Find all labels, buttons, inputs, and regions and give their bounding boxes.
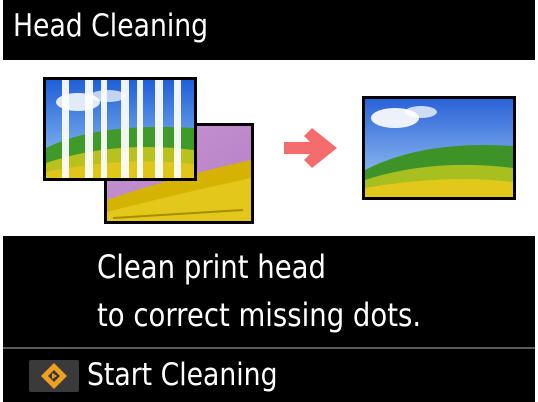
start-cleaning-button[interactable] bbox=[29, 360, 79, 392]
clean-print-photo-icon bbox=[362, 96, 516, 200]
start-cleaning-label[interactable]: Start Cleaning bbox=[87, 357, 277, 393]
banded-print-photo-icon bbox=[43, 77, 197, 181]
illustration-panel bbox=[3, 60, 535, 236]
page-title: Head Cleaning bbox=[13, 8, 209, 44]
description-panel: Clean print head to correct missing dots… bbox=[3, 236, 535, 346]
right-arrow-icon bbox=[284, 128, 337, 168]
description-line-1: Clean print head bbox=[97, 248, 326, 286]
start-diamond-icon bbox=[41, 363, 67, 389]
title-bar: Head Cleaning bbox=[3, 0, 535, 58]
description-line-2: to correct missing dots. bbox=[97, 296, 422, 334]
lcd-screen: Head Cleaning Clean print head to correc… bbox=[3, 0, 535, 402]
footer-bar: Start Cleaning bbox=[3, 349, 535, 402]
illustration-graphic bbox=[43, 77, 516, 224]
